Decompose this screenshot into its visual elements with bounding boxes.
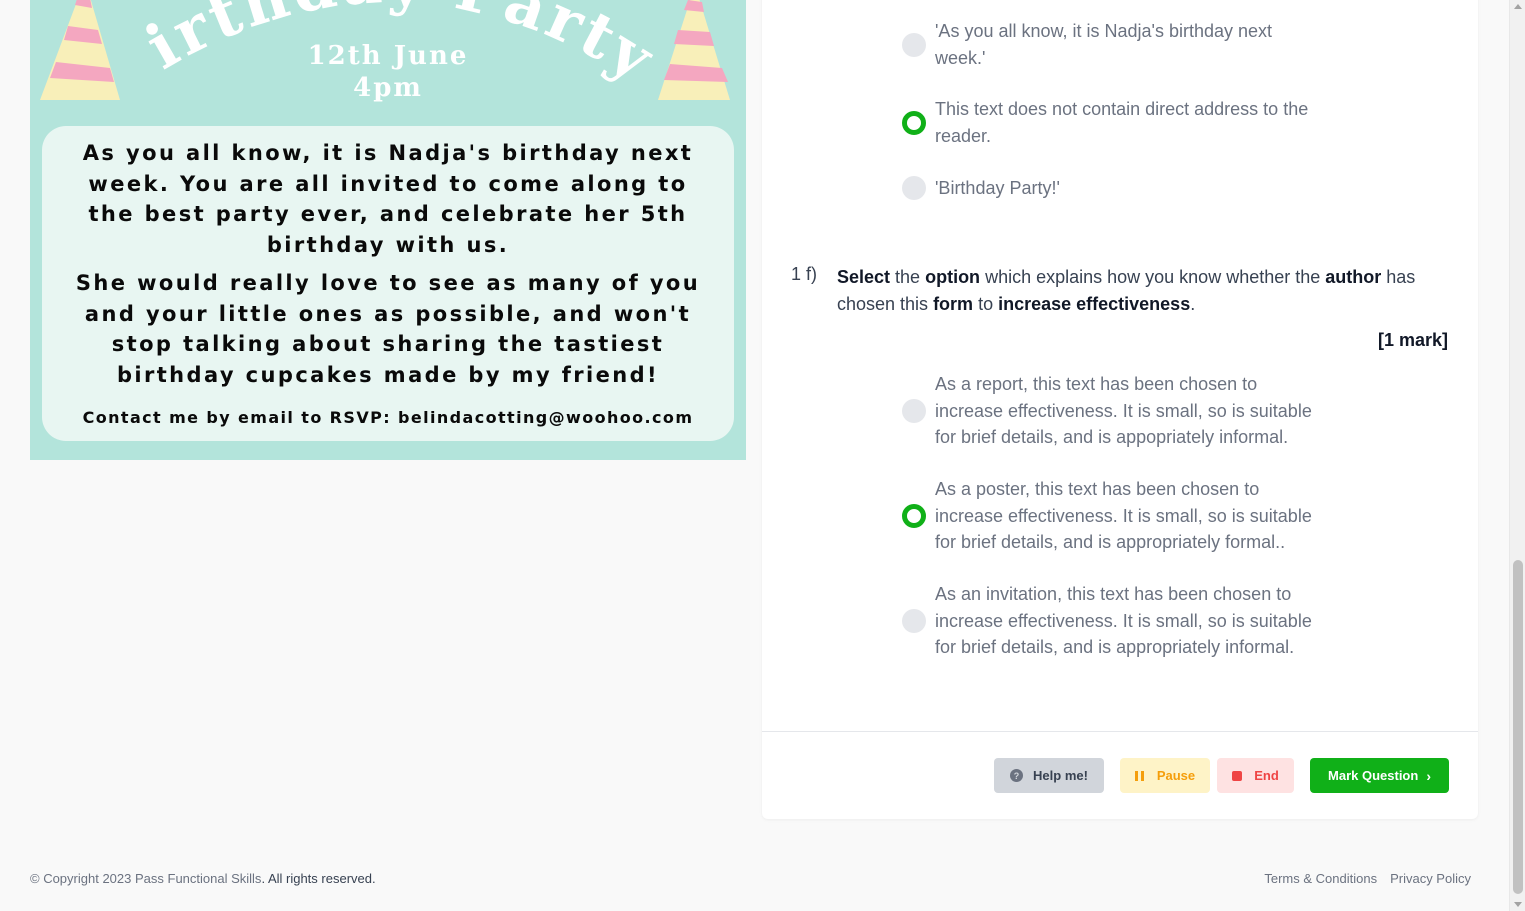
- radio-button[interactable]: [902, 398, 926, 423]
- page-scrollbar[interactable]: [1509, 0, 1525, 911]
- scroll-down-arrow-icon[interactable]: [1514, 902, 1522, 907]
- question-circle-icon: ?: [1010, 769, 1024, 782]
- mark-question-label: Mark Question: [1328, 768, 1419, 783]
- footer-copyright: © Copyright 2023 Pass Functional Skills.…: [30, 871, 376, 886]
- mark-question-button[interactable]: Mark Question ›: [1310, 758, 1449, 793]
- poster-time: 4pm: [353, 73, 423, 103]
- birthday-poster-image: Birthday Party! 12th June 4pm As you all…: [30, 0, 746, 460]
- pause-button-label: Pause: [1156, 768, 1196, 783]
- terms-link[interactable]: Terms & Conditions: [1264, 871, 1377, 886]
- prev-option-1[interactable]: 'As you all know, it is Nadja's birthday…: [902, 18, 1322, 71]
- pause-icon: [1134, 770, 1147, 781]
- chevron-right-icon: ›: [1426, 767, 1431, 784]
- footer-brand-link[interactable]: Pass Functional Skills: [135, 871, 261, 886]
- poster-paragraph-1: As you all know, it is Nadja's birthday …: [82, 141, 694, 257]
- poster-paragraph-2: She would really love to see as many of …: [75, 271, 701, 387]
- option-label: This text does not contain direct addres…: [935, 99, 1309, 146]
- scrollbar-thumb[interactable]: [1513, 560, 1523, 894]
- pause-button[interactable]: Pause: [1120, 758, 1210, 793]
- radio-button[interactable]: [902, 608, 926, 633]
- answer-option-2[interactable]: As a poster, this text has been chosen t…: [902, 476, 1322, 556]
- poster-date: 12th June: [307, 41, 469, 71]
- end-button[interactable]: End: [1217, 758, 1294, 793]
- end-button-label: End: [1254, 768, 1279, 783]
- poster-text-card: As you all know, it is Nadja's birthday …: [42, 126, 734, 441]
- option-label: 'As you all know, it is Nadja's birthday…: [935, 21, 1273, 68]
- prev-option-3[interactable]: 'Birthday Party!': [902, 175, 1322, 202]
- help-button[interactable]: ? Help me!: [994, 758, 1104, 793]
- radio-button[interactable]: [902, 32, 926, 57]
- prev-option-2[interactable]: This text does not contain direct addres…: [902, 96, 1322, 149]
- option-label: As a report, this text has been chosen t…: [935, 374, 1312, 447]
- option-label: As an invitation, this text has been cho…: [935, 584, 1312, 657]
- question-marks: [1 mark]: [1377, 330, 1448, 350]
- question-card: 'As you all know, it is Nadja's birthday…: [762, 0, 1478, 819]
- scroll-up-arrow-icon[interactable]: [1514, 4, 1522, 9]
- answer-option-3[interactable]: As an invitation, this text has been cho…: [902, 581, 1322, 661]
- radio-button-selected[interactable]: [902, 503, 926, 528]
- radio-button[interactable]: [902, 176, 926, 201]
- poster-contact: Contact me by email to RSVP: belindacott…: [82, 408, 694, 427]
- radio-button-selected[interactable]: [902, 110, 926, 135]
- option-label: As a poster, this text has been chosen t…: [935, 479, 1312, 552]
- question-text: Select the option which explains how you…: [837, 267, 1416, 314]
- card-divider: [762, 731, 1478, 732]
- help-button-label: Help me!: [1033, 768, 1088, 783]
- question-number: 1 f): [791, 264, 818, 284]
- option-label: 'Birthday Party!': [935, 178, 1060, 198]
- answer-option-1[interactable]: As a report, this text has been chosen t…: [902, 371, 1322, 451]
- privacy-link[interactable]: Privacy Policy: [1390, 871, 1471, 886]
- footer-links: Terms & Conditions Privacy Policy: [1264, 871, 1471, 886]
- stop-icon: [1232, 770, 1243, 781]
